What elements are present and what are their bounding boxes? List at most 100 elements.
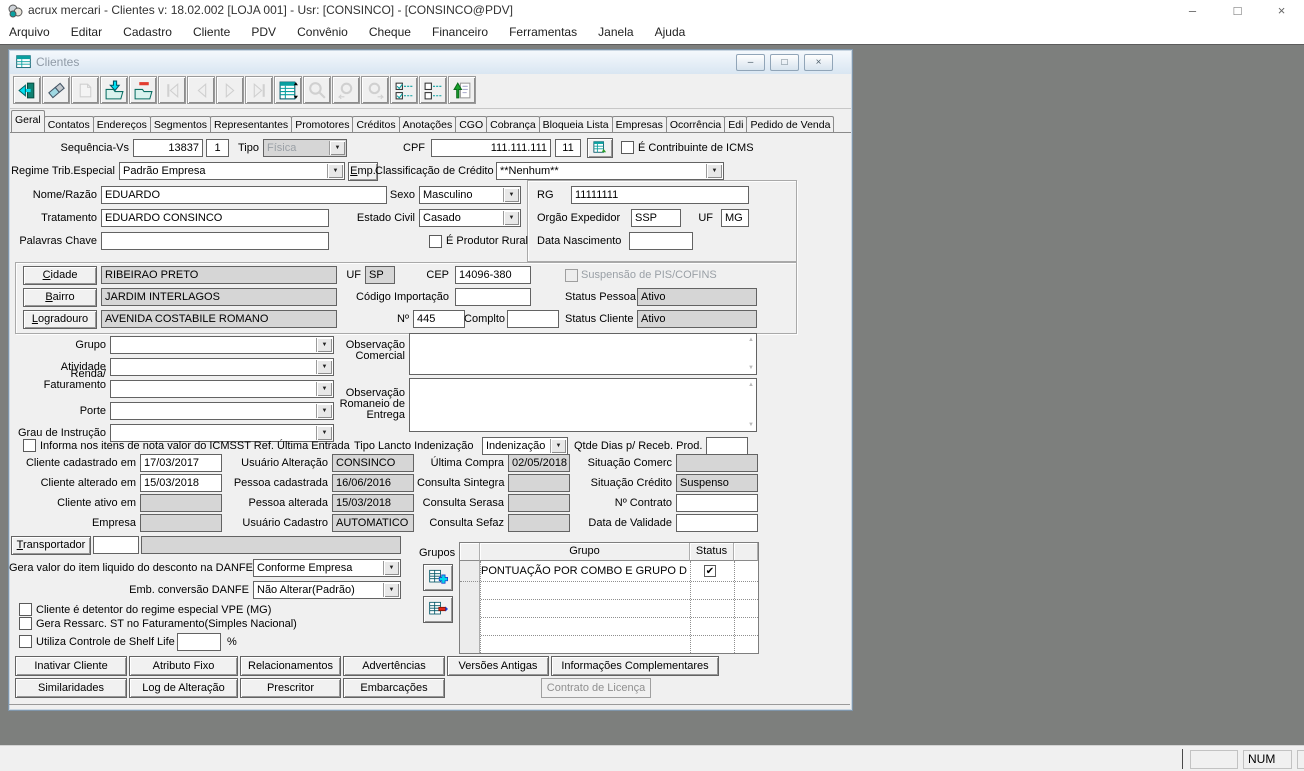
informacoes-complementares-button[interactable]: Informações Complementares bbox=[551, 656, 719, 676]
numero-input[interactable] bbox=[413, 310, 465, 328]
minimize-button[interactable]: – bbox=[1170, 0, 1215, 21]
tab-bloqueia-lista[interactable]: Bloqueia Lista bbox=[538, 116, 613, 132]
shelf-life-input[interactable] bbox=[177, 633, 221, 651]
estado-civil-dropdown[interactable]: Casado ▼ bbox=[419, 209, 521, 227]
classificacao-dropdown[interactable]: **Nenhum** ▼ bbox=[496, 162, 724, 180]
menu-pdv[interactable]: PDV bbox=[242, 21, 285, 44]
num-contrato-input[interactable] bbox=[676, 494, 758, 512]
menu-janela[interactable]: Janela bbox=[589, 21, 642, 44]
atividade-dropdown[interactable]: ▼ bbox=[110, 358, 334, 376]
emp-button[interactable]: Emp. bbox=[348, 162, 378, 181]
tab-pedido-de-venda[interactable]: Pedido de Venda bbox=[746, 116, 835, 132]
child-minimize-button[interactable]: – bbox=[736, 54, 765, 71]
grid-view-button[interactable] bbox=[274, 76, 302, 104]
embarcacoes-button[interactable]: Embarcações bbox=[343, 678, 445, 698]
orgao-expedidor-input[interactable] bbox=[631, 209, 681, 227]
tab-promotores[interactable]: Promotores bbox=[291, 116, 354, 132]
shelf-life-checkbox[interactable] bbox=[19, 635, 32, 648]
log-de-alteracao-button[interactable]: Log de Alteração bbox=[129, 678, 238, 698]
grupos-row-grupo-cell[interactable]: PONTUAÇÃO POR COMBO E GRUPO D bbox=[481, 561, 689, 582]
child-restore-button[interactable]: □ bbox=[770, 54, 799, 71]
menu-ferramentas[interactable]: Ferramentas bbox=[500, 21, 586, 44]
produtor-rural-checkbox[interactable] bbox=[429, 235, 442, 248]
versoes-antigas-button[interactable]: Versões Antigas bbox=[447, 656, 549, 676]
save-record-button[interactable] bbox=[100, 76, 128, 104]
logradouro-button[interactable]: Logradouro bbox=[23, 310, 97, 329]
renda-dropdown[interactable]: ▼ bbox=[110, 380, 334, 398]
child-close-button[interactable]: × bbox=[804, 54, 833, 71]
tab-creditos[interactable]: Créditos bbox=[352, 116, 400, 132]
uf-rg-input[interactable] bbox=[721, 209, 749, 227]
tab-empresas[interactable]: Empresas bbox=[611, 116, 667, 132]
sexo-dropdown[interactable]: Masculino ▼ bbox=[419, 186, 521, 204]
bairro-button[interactable]: Bairro bbox=[23, 288, 97, 307]
menu-editar[interactable]: Editar bbox=[62, 21, 111, 44]
check-all-button[interactable] bbox=[390, 76, 418, 104]
menu-ajuda[interactable]: Ajuda bbox=[646, 21, 695, 44]
palavras-chave-input[interactable] bbox=[101, 232, 329, 250]
ressarc-checkbox[interactable] bbox=[19, 617, 32, 630]
cancel-record-button[interactable] bbox=[129, 76, 157, 104]
contribuinte-icms-checkbox[interactable] bbox=[621, 141, 634, 154]
grupos-remove-button[interactable] bbox=[423, 596, 453, 623]
regime-dropdown[interactable]: Padrão Empresa ▼ bbox=[119, 162, 345, 180]
danfe-desconto-dropdown[interactable]: Conforme Empresa ▼ bbox=[253, 559, 401, 577]
cep-input[interactable] bbox=[455, 266, 531, 284]
erase-button[interactable] bbox=[42, 76, 70, 104]
grupos-row-selector[interactable] bbox=[460, 561, 480, 582]
cod-importacao-input[interactable] bbox=[455, 288, 531, 306]
sequencia2-input[interactable] bbox=[206, 139, 229, 157]
tipo-lancto-dropdown[interactable]: Indenização ▼ bbox=[482, 437, 568, 455]
cidade-button[interactable]: Cidade bbox=[23, 266, 97, 285]
tratamento-input[interactable] bbox=[101, 209, 329, 227]
sequencia-input[interactable] bbox=[133, 139, 203, 157]
close-button[interactable]: × bbox=[1259, 0, 1304, 21]
icmsst-checkbox[interactable] bbox=[23, 439, 36, 452]
advertencias-button[interactable]: Advertências bbox=[343, 656, 445, 676]
restore-button[interactable]: □ bbox=[1215, 0, 1260, 21]
similaridades-button[interactable]: Similaridades bbox=[15, 678, 127, 698]
qtde-dias-input[interactable] bbox=[706, 437, 748, 455]
tab-contatos[interactable]: Contatos bbox=[43, 116, 94, 132]
grupos-add-button[interactable] bbox=[423, 564, 453, 591]
exit-button[interactable] bbox=[13, 76, 41, 104]
tab-cgo[interactable]: CGO bbox=[455, 116, 488, 132]
tab-representantes[interactable]: Representantes bbox=[210, 116, 293, 132]
menu-convenio[interactable]: Convênio bbox=[288, 21, 357, 44]
menu-cheque[interactable]: Cheque bbox=[360, 21, 420, 44]
data-nascimento-input[interactable] bbox=[629, 232, 693, 250]
grupos-row-status-checkbox[interactable]: ✔ bbox=[704, 565, 716, 577]
atributo-fixo-button[interactable]: Atributo Fixo bbox=[129, 656, 238, 676]
rg-input[interactable] bbox=[571, 186, 749, 204]
menu-cliente[interactable]: Cliente bbox=[184, 21, 239, 44]
tab-enderecos[interactable]: Endereços bbox=[92, 116, 151, 132]
cpf-lookup-button[interactable] bbox=[587, 138, 613, 158]
obs-comercial-textarea[interactable]: ▲ ▼ bbox=[409, 333, 757, 375]
menu-cadastro[interactable]: Cadastro bbox=[114, 21, 181, 44]
complto-input[interactable] bbox=[507, 310, 559, 328]
menu-arquivo[interactable]: Arquivo bbox=[0, 21, 59, 44]
submit-form-button[interactable] bbox=[448, 76, 476, 104]
tab-ocorrencia[interactable]: Ocorrência bbox=[665, 116, 726, 132]
renda-label: Renda/ Faturamento bbox=[43, 368, 106, 391]
transportador-button[interactable]: Transportador bbox=[11, 536, 91, 555]
porte-dropdown[interactable]: ▼ bbox=[110, 402, 334, 420]
tab-edi[interactable]: Edi bbox=[724, 116, 748, 132]
tab-segmentos[interactable]: Segmentos bbox=[149, 116, 212, 132]
tab-anotacoes[interactable]: Anotações bbox=[398, 116, 457, 132]
tab-cobranca[interactable]: Cobrança bbox=[486, 116, 540, 132]
vpe-checkbox[interactable] bbox=[19, 603, 32, 616]
cpf-digit-input[interactable] bbox=[555, 139, 581, 157]
grupo-dropdown[interactable]: ▼ bbox=[110, 336, 334, 354]
cpf-input[interactable] bbox=[431, 139, 551, 157]
relacionamentos-button[interactable]: Relacionamentos bbox=[240, 656, 341, 676]
obs-romaneio-textarea[interactable]: ▲ ▼ bbox=[409, 378, 757, 432]
inativar-cliente-button[interactable]: Inativar Cliente bbox=[15, 656, 127, 676]
prescritor-button[interactable]: Prescritor bbox=[240, 678, 341, 698]
danfe-conversao-dropdown[interactable]: Não Alterar(Padrão) ▼ bbox=[253, 581, 401, 599]
transportador-code-input[interactable] bbox=[93, 536, 139, 554]
tab-geral[interactable]: Geral bbox=[11, 110, 45, 132]
uncheck-all-button[interactable] bbox=[419, 76, 447, 104]
data-validade-input[interactable] bbox=[676, 514, 758, 532]
menu-financeiro[interactable]: Financeiro bbox=[423, 21, 497, 44]
